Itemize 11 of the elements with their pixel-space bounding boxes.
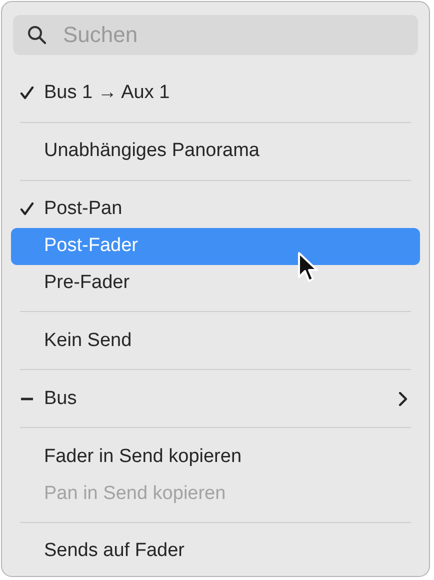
- search-icon: [27, 25, 47, 45]
- pointer-icon: [297, 251, 321, 285]
- menu-item[interactable]: Fader in Send kopieren: [11, 438, 420, 476]
- search-field[interactable]: Suchen: [13, 15, 418, 55]
- menu-item[interactable]: Bus: [11, 380, 420, 418]
- menu-item[interactable]: Post-Pan: [11, 190, 420, 228]
- menu-item[interactable]: Sends auf Fader: [11, 533, 420, 570]
- menu-item[interactable]: Kein Send: [11, 322, 420, 360]
- menu-item[interactable]: Unabhängiges Panorama: [11, 132, 420, 170]
- menu-item[interactable]: Pre-Fader: [11, 264, 420, 302]
- menu-item[interactable]: Bus 1 → Aux 1: [11, 75, 420, 112]
